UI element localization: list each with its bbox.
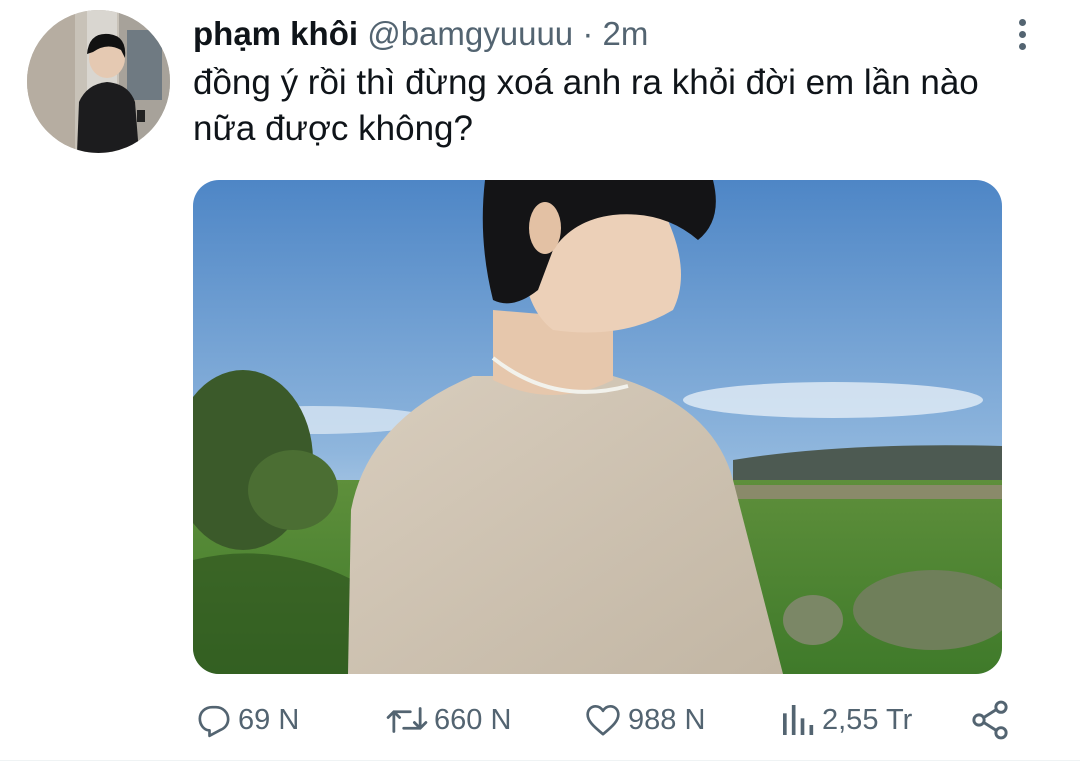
tweet-text: đồng ý rồi thì đừng xoá anh ra khỏi đời …: [193, 63, 979, 148]
avatar[interactable]: [27, 10, 170, 153]
reply-icon: [198, 705, 230, 738]
more-options-button[interactable]: [1004, 14, 1040, 54]
reply-count: 69 N: [238, 703, 300, 736]
user-handle[interactable]: @bamgyuuuu: [367, 15, 573, 52]
more-vertical-icon-dot: [1018, 30, 1026, 38]
divider: [0, 760, 1080, 761]
analytics-icon: [783, 705, 814, 735]
retweet-button[interactable]: 660 N: [384, 692, 511, 748]
action-bar: 69 N 660 N 988 N 2,55 Tr: [0, 692, 1080, 748]
share-button[interactable]: [968, 692, 1012, 748]
views-button[interactable]: 2,55 Tr: [778, 692, 912, 748]
separator-dot: ·: [582, 15, 594, 52]
share-icon: [972, 700, 1008, 740]
retweet-icon: [386, 707, 428, 733]
display-name[interactable]: phạm khôi: [193, 15, 358, 52]
like-button[interactable]: 988 N: [582, 692, 705, 748]
reply-button[interactable]: 69 N: [194, 692, 299, 748]
retweet-count: 660 N: [434, 703, 512, 736]
heart-icon: [586, 705, 620, 736]
like-count: 988 N: [628, 703, 706, 736]
tweet: phạm khôi @bamgyuuuu · 2m đồng ý rồi thì…: [0, 0, 1080, 763]
more-vertical-icon: [1018, 18, 1026, 26]
views-count: 2,55 Tr: [822, 703, 913, 736]
tweet-header: phạm khôi @bamgyuuuu · 2m: [193, 14, 648, 54]
tweet-photo[interactable]: [193, 180, 1002, 674]
timestamp[interactable]: 2m: [603, 15, 649, 52]
more-vertical-icon-dot: [1018, 42, 1026, 50]
